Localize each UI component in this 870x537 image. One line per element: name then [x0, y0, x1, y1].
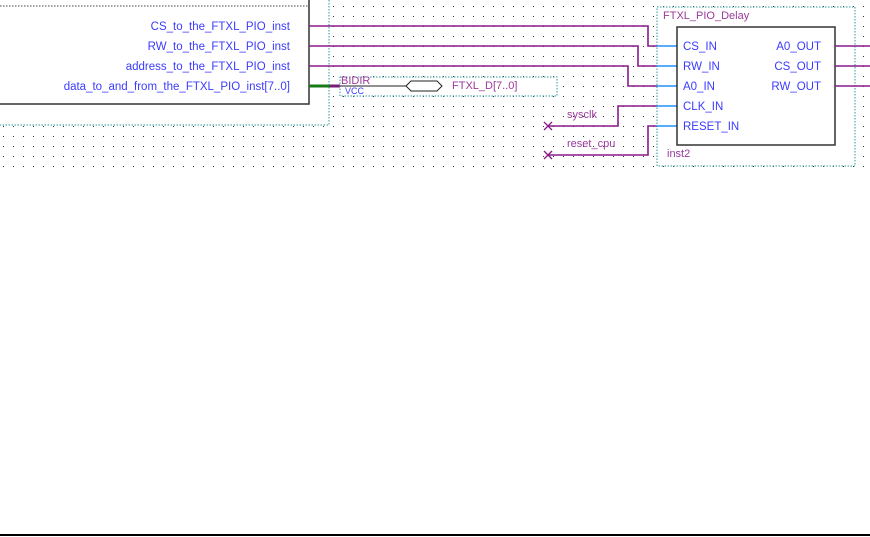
output-rw-out: RW_OUT	[771, 81, 821, 93]
schematic-canvas[interactable]: CS_to_the_FTXL_PIO_inst RW_to_the_FTXL_P…	[0, 0, 870, 537]
bottom-divider	[0, 534, 870, 536]
net-label-sysclk: sysclk	[567, 109, 597, 121]
input-rw-in: RW_IN	[683, 61, 720, 73]
port-address: address_to_the_FTXL_PIO_inst	[126, 61, 291, 73]
ftxl-pio-delay-block[interactable]: FTXL_PIO_Delay inst2 CS_IN RW_IN A0_IN C…	[656, 6, 856, 167]
output-a0-out: A0_OUT	[776, 41, 821, 53]
port-data: data_to_and_from_the_FTXL_PIO_inst[7..0]	[64, 81, 290, 93]
port-cs: CS_to_the_FTXL_PIO_inst	[151, 21, 291, 33]
input-clk-in: CLK_IN	[683, 101, 723, 113]
block-title: FTXL_PIO_Delay	[663, 10, 750, 22]
input-reset-in: RESET_IN	[683, 121, 739, 133]
input-a0-in: A0_IN	[683, 81, 715, 93]
bidir-pin-name: FTXL_D[7..0]	[452, 80, 517, 92]
bidir-default-label: VCC	[345, 86, 365, 96]
left-symbol-block[interactable]: CS_to_the_FTXL_PIO_inst RW_to_the_FTXL_P…	[0, 0, 330, 126]
input-cs-in: CS_IN	[683, 41, 717, 53]
bidir-pin[interactable]: BIDIR VCC FTXL_D[7..0]	[339, 75, 558, 97]
instance-name: inst2	[667, 148, 690, 160]
net-label-reset-cpu: reset_cpu	[567, 138, 615, 150]
bidir-pin-icon	[405, 80, 443, 92]
output-cs-out: CS_OUT	[774, 61, 821, 73]
port-rw: RW_to_the_FTXL_PIO_inst	[148, 41, 291, 53]
